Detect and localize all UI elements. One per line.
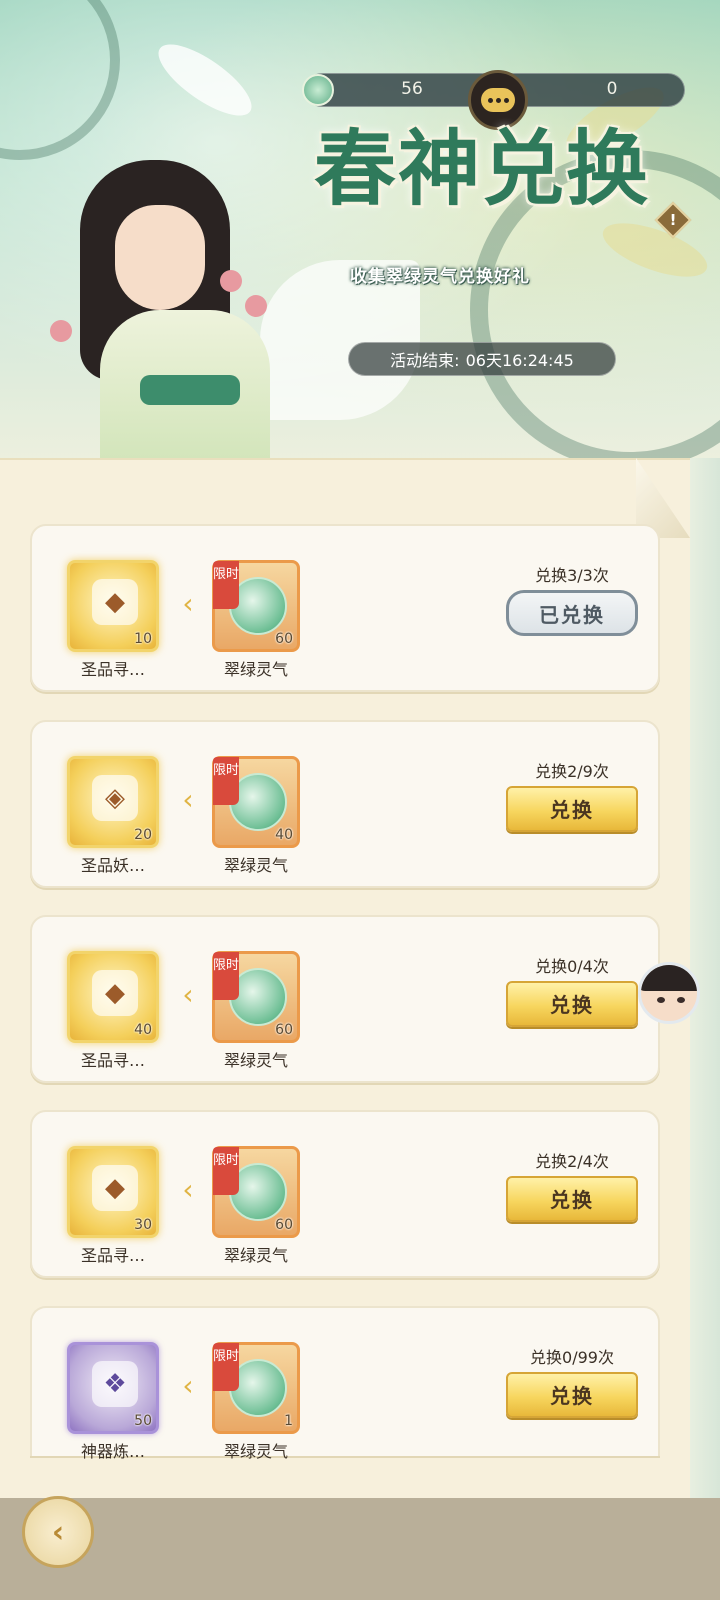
exchange-button[interactable]: 兑换 <box>506 981 638 1027</box>
cost-item-slot[interactable]: 限时 60 <box>212 951 300 1043</box>
cost-name: 翠绿灵气 <box>223 660 288 679</box>
exchange-row: ❖ 50 神器炼… ‹ 限时 1 翠绿灵气 兑换0/99次 兑换 <box>30 1306 660 1461</box>
decorative-lily <box>148 32 262 128</box>
exchange-count: 兑换2/9次 <box>535 762 609 781</box>
reward-quantity: 10 <box>134 631 152 647</box>
reward-quantity: 40 <box>134 1022 152 1038</box>
exchange-arrow-icon: ‹ <box>182 783 194 816</box>
cost-quantity: 60 <box>275 1217 293 1233</box>
reward-quantity: 30 <box>134 1217 152 1233</box>
limited-time-tag: 限时 <box>213 561 239 609</box>
relic-chest-icon: ◆ <box>92 579 138 625</box>
countdown-value: 06天16:24:45 <box>465 351 574 370</box>
bottom-bar <box>0 1498 720 1600</box>
exchange-arrow-icon: ‹ <box>182 1369 194 1402</box>
exchange-row: ◆ 30 圣品寻… ‹ 限时 60 翠绿灵气 兑换2/4次 兑换 <box>30 1110 660 1278</box>
currency-amount: 56 <box>401 79 423 99</box>
assistant-avatar[interactable] <box>638 962 700 1024</box>
exchange-button[interactable]: 兑换 <box>506 1176 638 1222</box>
exchange-arrow-icon: ‹ <box>182 587 194 620</box>
jade-orb-icon <box>302 74 334 106</box>
back-arrow-icon: ‹ <box>51 1514 65 1550</box>
limited-time-tag: 限时 <box>213 1147 239 1195</box>
exchange-button[interactable]: 兑换 <box>506 1372 638 1418</box>
reward-name: 神器炼… <box>80 1442 145 1461</box>
cost-quantity: 1 <box>284 1413 293 1429</box>
cost-item-slot[interactable]: 限时 60 <box>212 1146 300 1238</box>
plum-blossom <box>220 270 242 292</box>
relic-chest-icon: ◆ <box>92 1165 138 1211</box>
cost-name: 翠绿灵气 <box>223 1051 288 1070</box>
exchange-count: 兑换3/3次 <box>535 566 609 585</box>
limited-time-tag: 限时 <box>213 1343 239 1391</box>
plum-blossom <box>50 320 72 342</box>
artifact-crystal-icon: ❖ <box>92 1361 138 1407</box>
event-subtitle: 收集翠绿灵气兑换好礼 <box>350 267 530 287</box>
exchange-arrow-icon: ‹ <box>182 978 194 1011</box>
exchange-count: 兑换0/99次 <box>530 1348 614 1367</box>
reward-name: 圣品寻… <box>80 660 145 679</box>
limited-time-tag: 限时 <box>213 952 239 1000</box>
cost-quantity: 60 <box>275 631 293 647</box>
chat-bubble-icon <box>481 88 515 112</box>
exchange-button[interactable]: 兑换 <box>506 786 638 832</box>
exchange-row: ◆ 40 圣品寻… ‹ 限时 60 翠绿灵气 兑换0/4次 兑换 <box>30 915 660 1083</box>
reward-name: 圣品寻… <box>80 1246 145 1265</box>
character-face <box>115 205 205 310</box>
countdown-label: 活动结束: <box>390 351 460 370</box>
demon-relic-icon: ◈ <box>92 775 138 821</box>
cost-name: 翠绿灵气 <box>223 1246 288 1265</box>
cost-name: 翠绿灵气 <box>223 856 288 875</box>
cost-quantity: 60 <box>275 1022 293 1038</box>
exchange-row: ◆ 10 圣品寻… ‹ 限时 60 翠绿灵气 兑换3/3次 已兑换 <box>30 524 660 692</box>
reward-quantity: 50 <box>134 1413 152 1429</box>
cost-item-slot[interactable]: 限时 1 <box>212 1342 300 1434</box>
exchange-count: 兑换0/4次 <box>535 957 609 976</box>
reward-item-slot[interactable]: ◆ 30 <box>67 1146 159 1238</box>
event-title: 春神兑换 <box>313 121 650 217</box>
reward-quantity: 20 <box>134 827 152 843</box>
reward-item-slot[interactable]: ◆ 40 <box>67 951 159 1043</box>
event-countdown: 活动结束: 06天16:24:45 <box>348 342 616 376</box>
event-banner <box>0 0 720 470</box>
cost-item-slot[interactable]: 限时 40 <box>212 756 300 848</box>
reward-item-slot[interactable]: ◈ 20 <box>67 756 159 848</box>
secondary-amount: 0 <box>606 79 618 99</box>
limited-time-tag: 限时 <box>213 757 239 805</box>
cost-item-slot[interactable]: 限时 60 <box>212 560 300 652</box>
reward-name: 圣品妖… <box>80 856 145 875</box>
exchange-arrow-icon: ‹ <box>182 1173 194 1206</box>
reward-name: 圣品寻… <box>80 1051 145 1070</box>
exchanged-button[interactable]: 已兑换 <box>506 590 638 636</box>
cost-name: 翠绿灵气 <box>223 1442 288 1461</box>
exchange-count: 兑换2/4次 <box>535 1152 609 1171</box>
cost-quantity: 40 <box>275 827 293 843</box>
reward-item-slot[interactable]: ❖ 50 <box>67 1342 159 1434</box>
relic-chest-icon: ◆ <box>92 970 138 1016</box>
exchange-row: ◈ 20 圣品妖… ‹ 限时 40 翠绿灵气 兑换2/9次 兑换 <box>30 720 660 888</box>
reward-item-slot[interactable]: ◆ 10 <box>67 560 159 652</box>
plum-blossom <box>245 295 267 317</box>
character-sash <box>140 375 240 405</box>
back-button[interactable]: ‹ <box>22 1496 94 1568</box>
